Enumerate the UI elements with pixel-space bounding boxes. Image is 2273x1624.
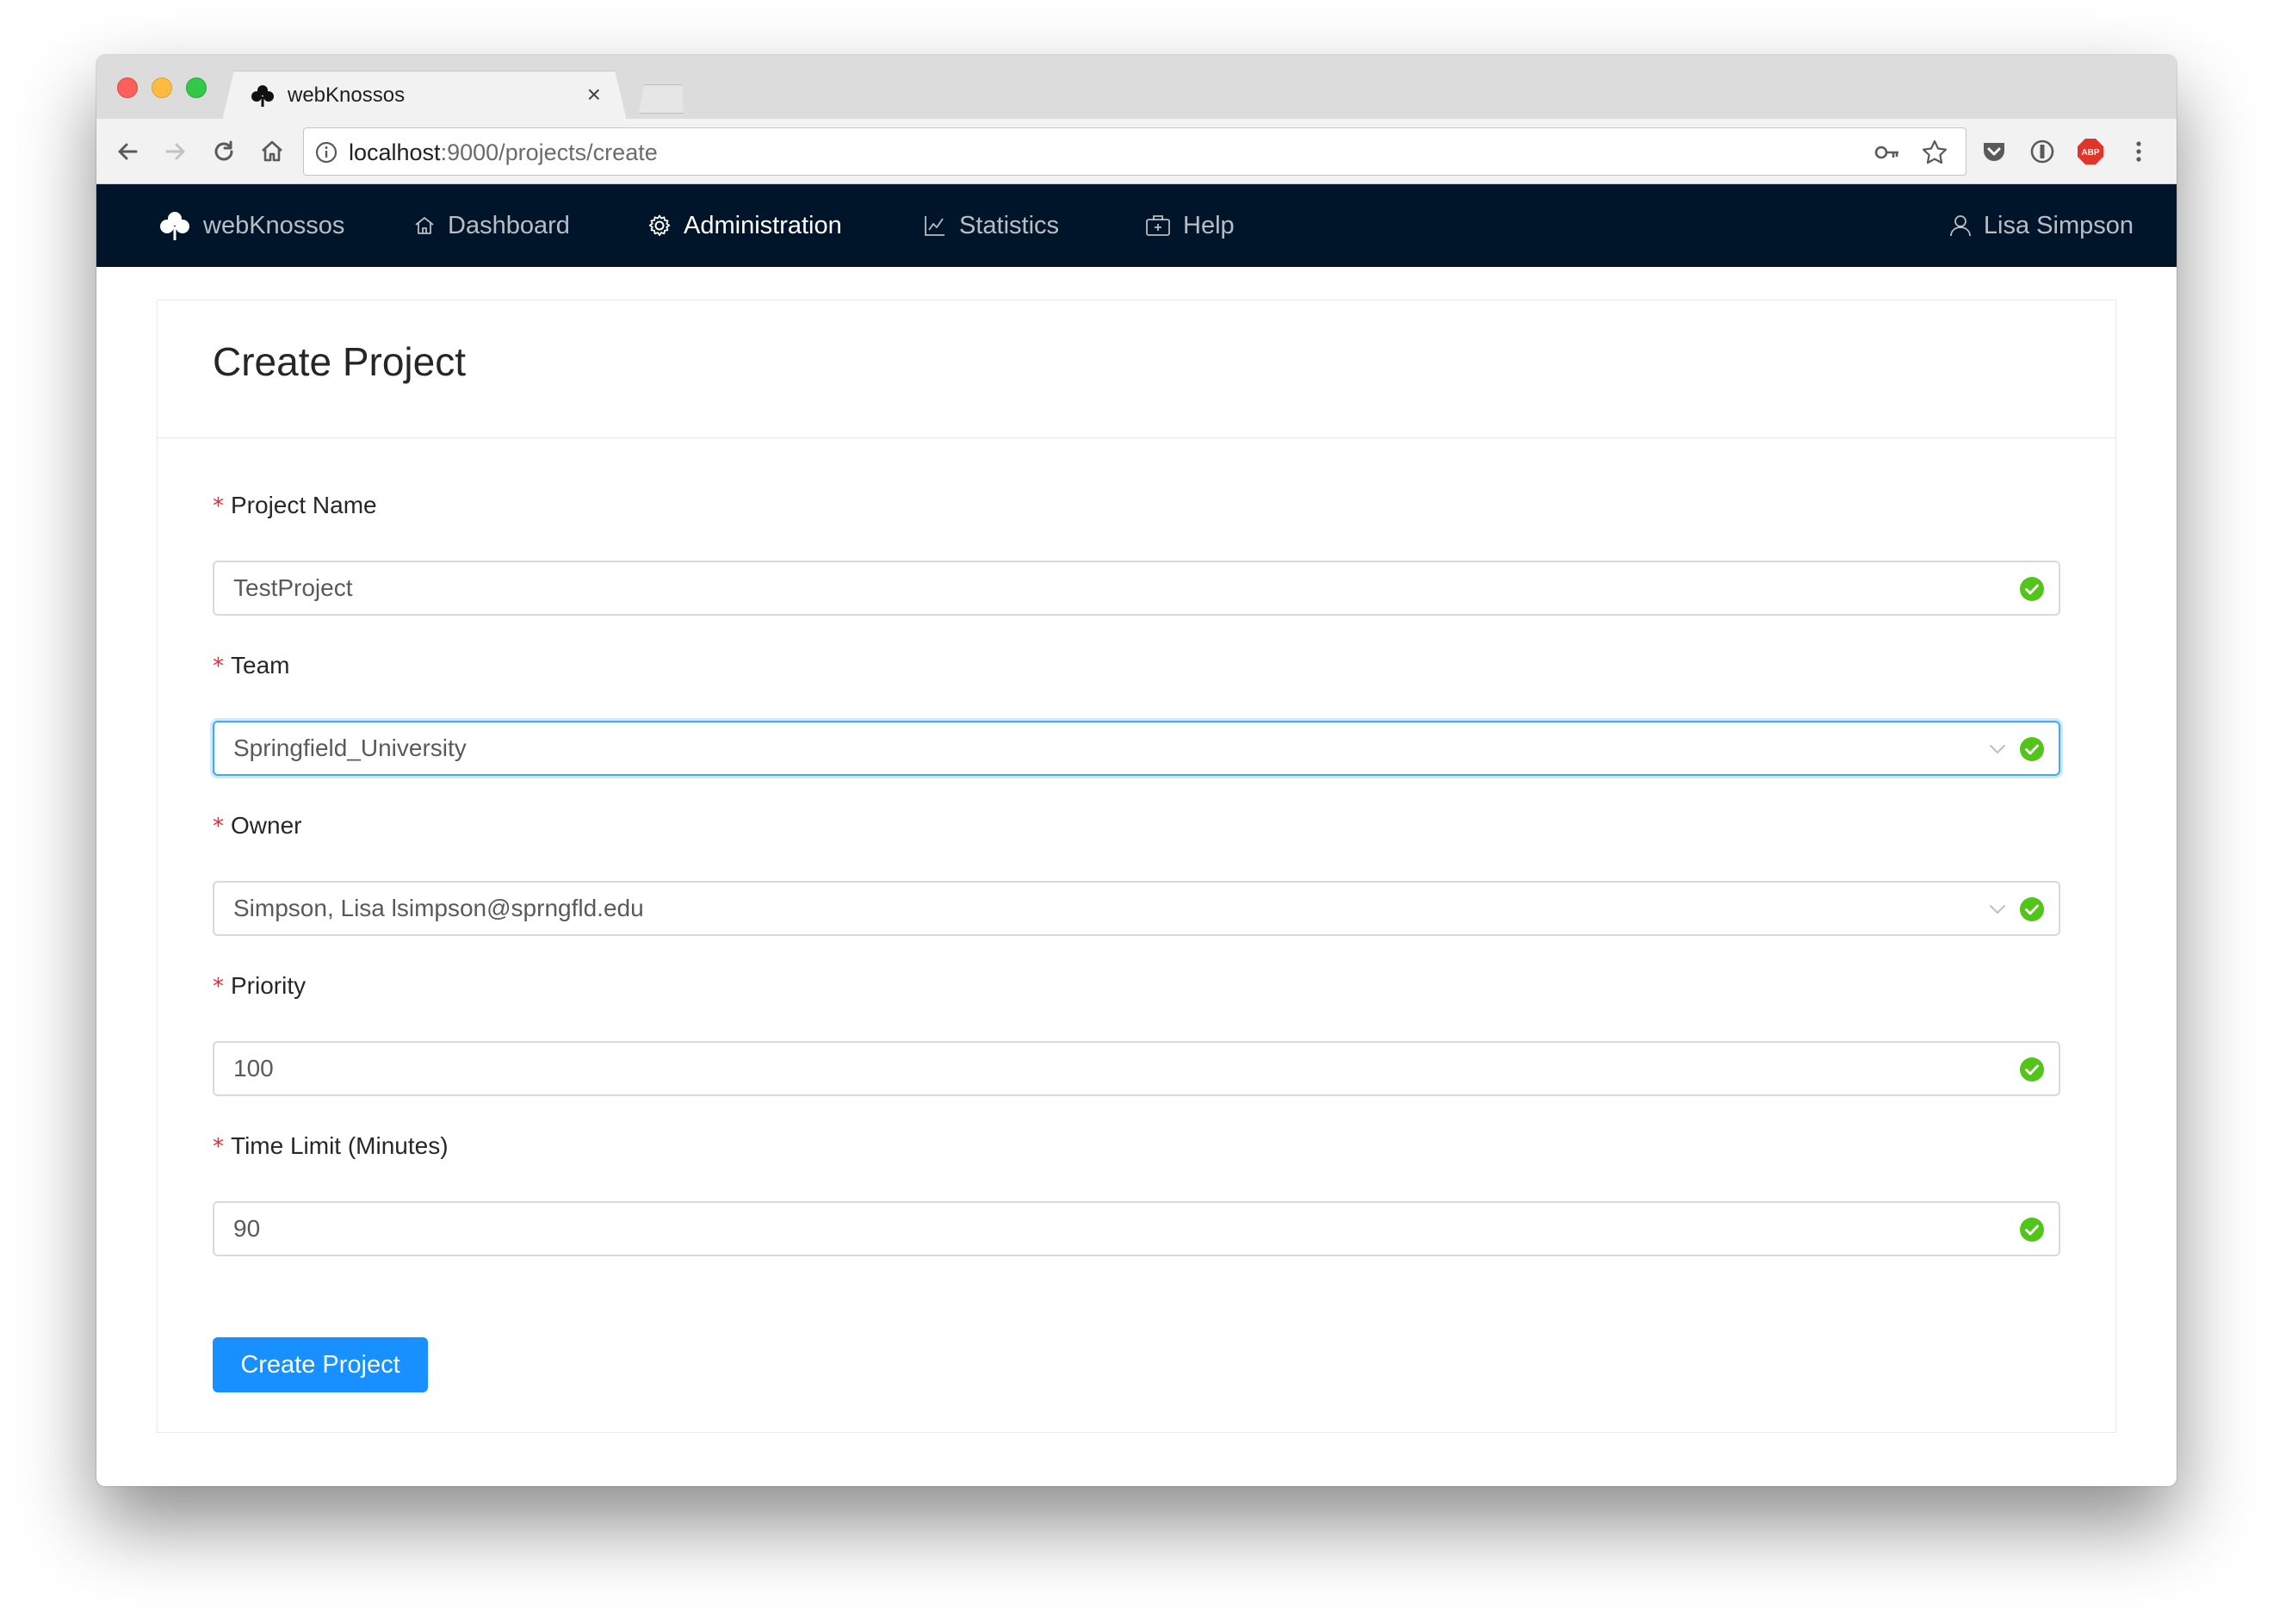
team-label: * Team [213,652,289,679]
clover-icon [251,85,274,107]
team-value: Springfield_University [233,735,467,761]
required-mark: * [213,493,224,519]
home-page-icon[interactable] [257,136,288,167]
menu-dots-icon[interactable] [2123,136,2154,167]
brand-link[interactable]: webKnossos [158,184,344,267]
user-icon [1950,215,1971,237]
gear-icon [648,214,671,236]
owner-select[interactable]: Simpson, Lisa lsimpson@sprngfld.edu [213,881,2060,936]
nav-item-help[interactable]: Help [1145,184,1235,267]
team-label-text: Team [231,652,290,679]
nav-item-statistics[interactable]: Statistics [923,184,1059,267]
medicine-box-icon [1146,215,1170,236]
key-icon[interactable] [1874,140,1900,164]
nav-item-administration[interactable]: Administration [647,184,842,267]
url-host: localhost [349,139,441,165]
address-bar[interactable]: localhost:9000/projects/create [303,127,1966,176]
minimize-window-button[interactable] [152,77,172,98]
line-chart-icon [925,216,945,236]
required-mark: * [213,814,224,840]
project-name-label-text: Project Name [231,492,377,518]
nav-label-administration: Administration [684,211,842,239]
check-circle-icon [2020,737,2044,761]
team-select[interactable]: Springfield_University [213,721,2060,776]
time-limit-value: 90 [233,1215,261,1242]
password-manager-icon[interactable] [2027,136,2058,167]
close-window-button[interactable] [117,77,138,98]
user-menu[interactable]: Lisa Simpson [1949,184,2134,267]
new-tab-button[interactable] [627,84,694,114]
required-mark: * [213,1134,224,1160]
home-icon [415,217,434,234]
project-name-value: TestProject [233,574,353,601]
required-mark: * [213,654,224,679]
check-circle-icon [2020,1057,2044,1082]
app-navbar: webKnossos Dashboard Administration Stat… [96,184,2177,267]
check-circle-icon [2020,897,2044,921]
create-project-button[interactable]: Create Project [213,1337,428,1392]
adblock-icon[interactable]: ABP [2075,136,2106,167]
url-path: :9000/projects/create [440,139,658,165]
reload-icon[interactable] [208,136,239,167]
card-header: Create Project [158,301,2115,438]
browser-tab-content[interactable]: webKnossos × [222,71,627,121]
pocket-icon[interactable] [1979,136,2010,167]
owner-label-text: Owner [231,812,302,839]
svg-text:ABP: ABP [2081,148,2099,158]
browser-toolbar: localhost:9000/projects/create ABP [96,119,2177,184]
nav-label-help: Help [1183,211,1235,239]
tab-title: webKnossos [288,84,406,107]
priority-label: * Priority [213,972,306,1000]
brand-name: webKnossos [203,211,345,239]
project-name-label: * Project Name [213,492,377,519]
check-circle-icon [2020,577,2044,601]
check-circle-icon [2020,1218,2044,1242]
forward-icon[interactable] [160,136,191,167]
priority-value: 100 [233,1055,274,1082]
close-tab-icon[interactable]: × [587,82,601,108]
owner-label: * Owner [213,812,301,840]
nav-label-statistics: Statistics [959,211,1060,239]
page-title: Create Project [213,339,467,384]
clover-logo-icon [160,212,189,240]
bookmark-star-icon[interactable] [1921,139,1948,166]
priority-label-text: Priority [231,972,307,999]
time-limit-input[interactable]: 90 [213,1201,2060,1256]
url-text: localhost:9000/projects/create [349,139,658,166]
back-icon[interactable] [112,136,143,167]
nav-label-dashboard: Dashboard [448,211,570,239]
create-project-card: Create Project * Project Name TestProject… [157,300,2116,1433]
required-mark: * [213,974,224,1000]
tab-strip: webKnossos × [96,55,2177,119]
info-icon[interactable] [314,140,338,164]
chevron-down-icon[interactable] [1988,902,2007,917]
time-limit-label-text: Time Limit (Minutes) [231,1132,449,1159]
owner-value: Simpson, Lisa lsimpson@sprngfld.edu [233,895,644,921]
time-limit-label: * Time Limit (Minutes) [213,1132,449,1160]
nav-item-dashboard[interactable]: Dashboard [413,184,570,267]
browser-window: webKnossos × localhost:9000/projects/cre… [96,55,2177,1486]
maximize-window-button[interactable] [186,77,207,98]
user-name: Lisa Simpson [1983,211,2134,239]
priority-input[interactable]: 100 [213,1041,2060,1096]
chevron-down-icon[interactable] [1988,741,2007,757]
project-name-input[interactable]: TestProject [213,561,2060,616]
